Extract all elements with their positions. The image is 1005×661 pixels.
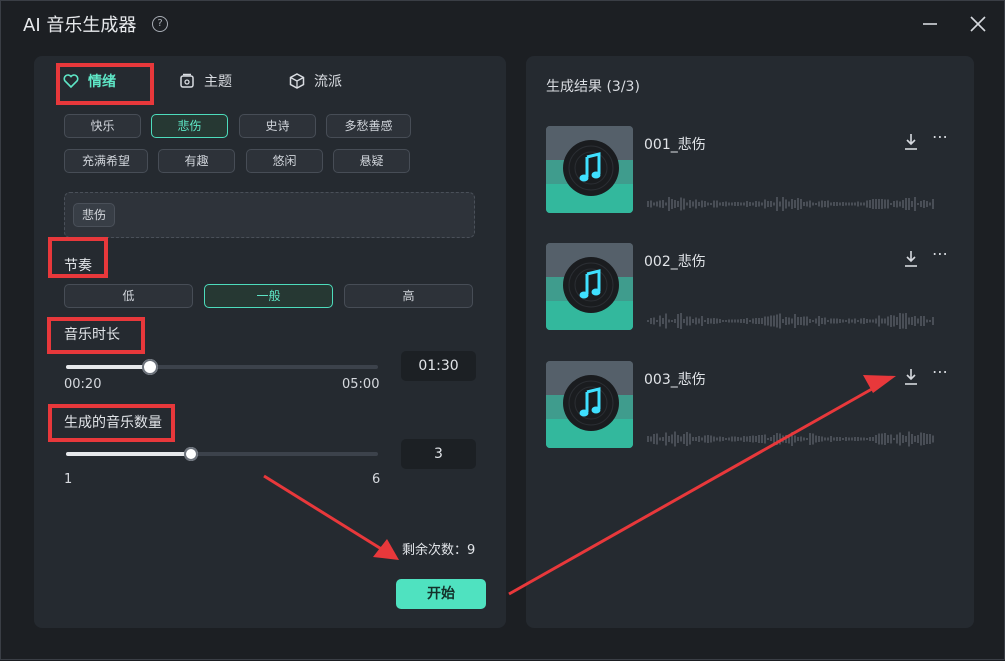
music-disc-icon (563, 140, 619, 196)
result-item[interactable]: 001_悲伤 ⋯ (546, 126, 954, 214)
mood-chip-sad[interactable]: 悲伤 (151, 114, 228, 138)
music-disc-icon (563, 375, 619, 431)
annotation-box-rhythm (48, 237, 108, 278)
waveform (647, 313, 934, 329)
more-icon[interactable]: ⋯ (932, 129, 950, 145)
mood-chip-happy[interactable]: 快乐 (64, 114, 141, 138)
album-icon (180, 73, 194, 88)
results-panel: 生成结果 (3/3) 001_悲伤 ⋯ 002_悲伤 ⋯ 003_悲伤 ⋯ (526, 56, 974, 628)
mood-chip-hopeful[interactable]: 充满希望 (64, 149, 148, 173)
waveform (647, 431, 934, 447)
result-name: 002_悲伤 (644, 254, 706, 270)
cube-icon (289, 73, 305, 89)
tab-theme[interactable]: 主题 (178, 66, 232, 96)
duration-slider-fill (66, 365, 150, 369)
rhythm-low[interactable]: 低 (64, 284, 193, 308)
minimize-icon[interactable] (917, 11, 943, 37)
mood-chip-suspense[interactable]: 悬疑 (333, 149, 410, 173)
mood-chip-relaxed[interactable]: 悠闲 (246, 149, 323, 173)
mood-chip-fun[interactable]: 有趣 (158, 149, 235, 173)
result-cover (546, 243, 633, 330)
count-min: 1 (64, 472, 73, 487)
tab-genre-label: 流派 (314, 74, 342, 90)
result-item[interactable]: 003_悲伤 ⋯ (546, 361, 954, 449)
count-slider[interactable] (66, 447, 378, 461)
window-title: AI 音乐生成器 (23, 15, 137, 36)
mood-chip-sentimental[interactable]: 多愁善感 (326, 114, 411, 138)
download-icon[interactable] (903, 368, 919, 386)
title-bar: AI 音乐生成器 ? (1, 1, 1004, 49)
annotation-box-emotion-tab (56, 63, 154, 105)
music-disc-icon (563, 257, 619, 313)
download-icon[interactable] (903, 133, 919, 151)
waveform (647, 197, 934, 211)
close-icon[interactable] (965, 11, 991, 37)
ai-music-generator-window: AI 音乐生成器 ? 情绪 主题 流派 快乐 悲伤 史诗 多愁善感 充满希望 有… (0, 0, 1005, 660)
duration-value[interactable]: 01:30 (401, 351, 476, 381)
result-name: 001_悲伤 (644, 137, 706, 153)
rhythm-medium[interactable]: 一般 (204, 284, 333, 308)
more-icon[interactable]: ⋯ (932, 246, 950, 262)
result-item[interactable]: 002_悲伤 ⋯ (546, 243, 954, 331)
annotation-box-duration (47, 317, 145, 354)
duration-slider[interactable] (66, 359, 378, 375)
duration-min: 00:20 (64, 377, 102, 392)
tab-genre[interactable]: 流派 (288, 66, 342, 96)
rhythm-high[interactable]: 高 (344, 284, 473, 308)
count-max: 6 (372, 472, 381, 487)
help-circle-icon[interactable]: ? (152, 16, 168, 32)
selected-tags-box: 悲伤 (64, 192, 475, 238)
count-slider-fill (66, 452, 191, 456)
download-icon[interactable] (903, 250, 919, 268)
count-value[interactable]: 3 (401, 439, 476, 469)
duration-max: 05:00 (342, 377, 380, 392)
tab-theme-label: 主题 (204, 74, 232, 90)
result-cover (546, 126, 633, 213)
start-button[interactable]: 开始 (396, 579, 486, 609)
result-cover (546, 361, 633, 448)
result-name: 003_悲伤 (644, 372, 706, 388)
annotation-box-count (48, 404, 175, 442)
selected-tag[interactable]: 悲伤 (73, 203, 116, 227)
duration-slider-thumb[interactable] (142, 359, 158, 375)
remaining-count: 剩余次数：9 (402, 543, 476, 558)
mood-chip-epic[interactable]: 史诗 (239, 114, 316, 138)
results-title: 生成结果 (3/3) (546, 79, 640, 95)
more-icon[interactable]: ⋯ (932, 364, 950, 380)
count-slider-thumb[interactable] (184, 447, 198, 461)
